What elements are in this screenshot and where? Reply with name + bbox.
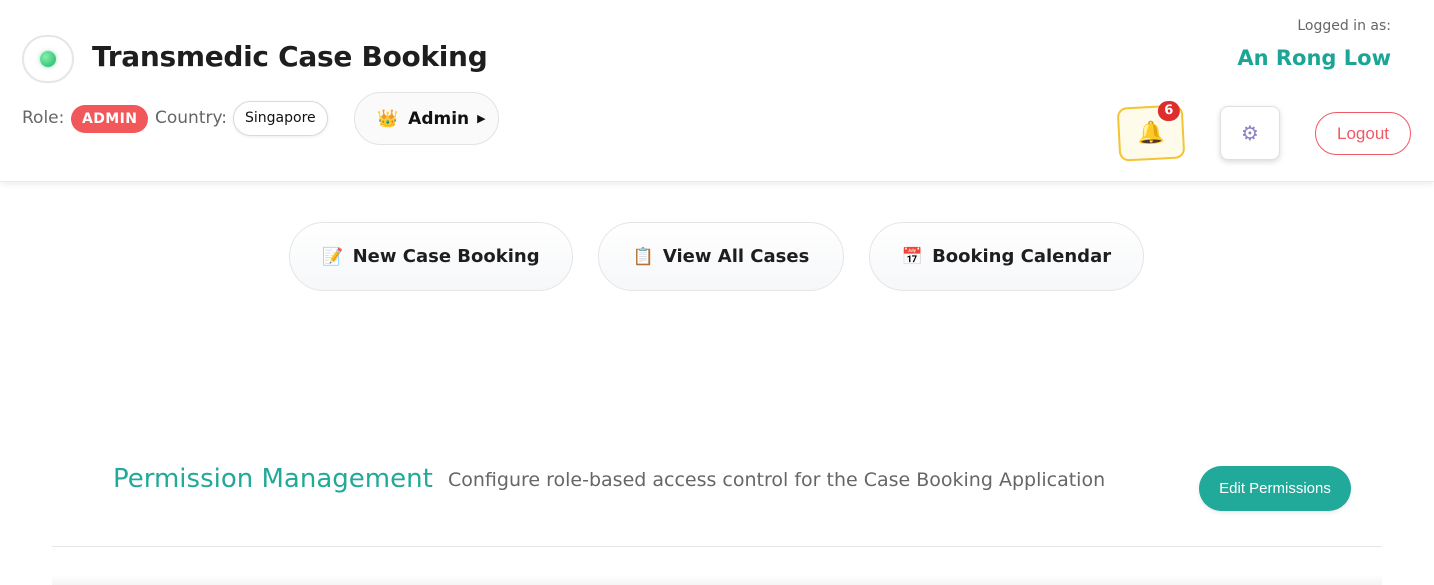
clipboard-icon: 📋: [632, 246, 654, 267]
permission-management-title: Permission Management: [113, 464, 433, 494]
booking-calendar-label: Booking Calendar: [932, 246, 1112, 267]
logged-in-label: Logged in as:: [1297, 18, 1391, 34]
role-label: Role:: [22, 108, 65, 128]
edit-permissions-button[interactable]: Edit Permissions: [1199, 466, 1351, 511]
user-name: An Rong Low: [1237, 46, 1391, 70]
app-header: Transmedic Case Booking Role: ADMIN Coun…: [0, 0, 1434, 182]
online-status-icon: [40, 51, 56, 67]
status-indicator: [22, 35, 74, 83]
logout-button[interactable]: Logout: [1315, 112, 1411, 155]
new-case-booking-button[interactable]: 📝 New Case Booking: [289, 222, 573, 291]
country-label: Country:: [155, 108, 228, 128]
notifications-button[interactable]: 🔔 6: [1116, 100, 1186, 162]
admin-menu-label: Admin: [408, 108, 470, 129]
crown-icon: 👑: [377, 108, 399, 129]
notification-count-badge: 6: [1157, 100, 1181, 122]
app-title: Transmedic Case Booking: [92, 40, 488, 73]
gear-icon: ⚙: [1241, 121, 1259, 145]
calendar-icon: 📅: [901, 246, 924, 267]
settings-button[interactable]: ⚙: [1220, 106, 1280, 160]
view-all-cases-label: View All Cases: [662, 246, 810, 267]
role-badge: ADMIN: [71, 105, 149, 133]
content-card-edge: [52, 575, 1382, 585]
booking-calendar-button[interactable]: 📅 Booking Calendar: [869, 222, 1144, 291]
new-case-booking-label: New Case Booking: [352, 246, 540, 267]
permission-management-description: Configure role-based access control for …: [448, 469, 1106, 491]
memo-icon: 📝: [322, 246, 344, 267]
view-all-cases-button[interactable]: 📋 View All Cases: [598, 222, 844, 291]
country-badge: Singapore: [233, 101, 328, 136]
section-divider: [52, 546, 1382, 547]
admin-menu-button[interactable]: 👑 Admin ▶: [354, 92, 499, 145]
bell-icon: 🔔: [1136, 119, 1166, 147]
caret-right-icon: ▶: [477, 112, 486, 125]
